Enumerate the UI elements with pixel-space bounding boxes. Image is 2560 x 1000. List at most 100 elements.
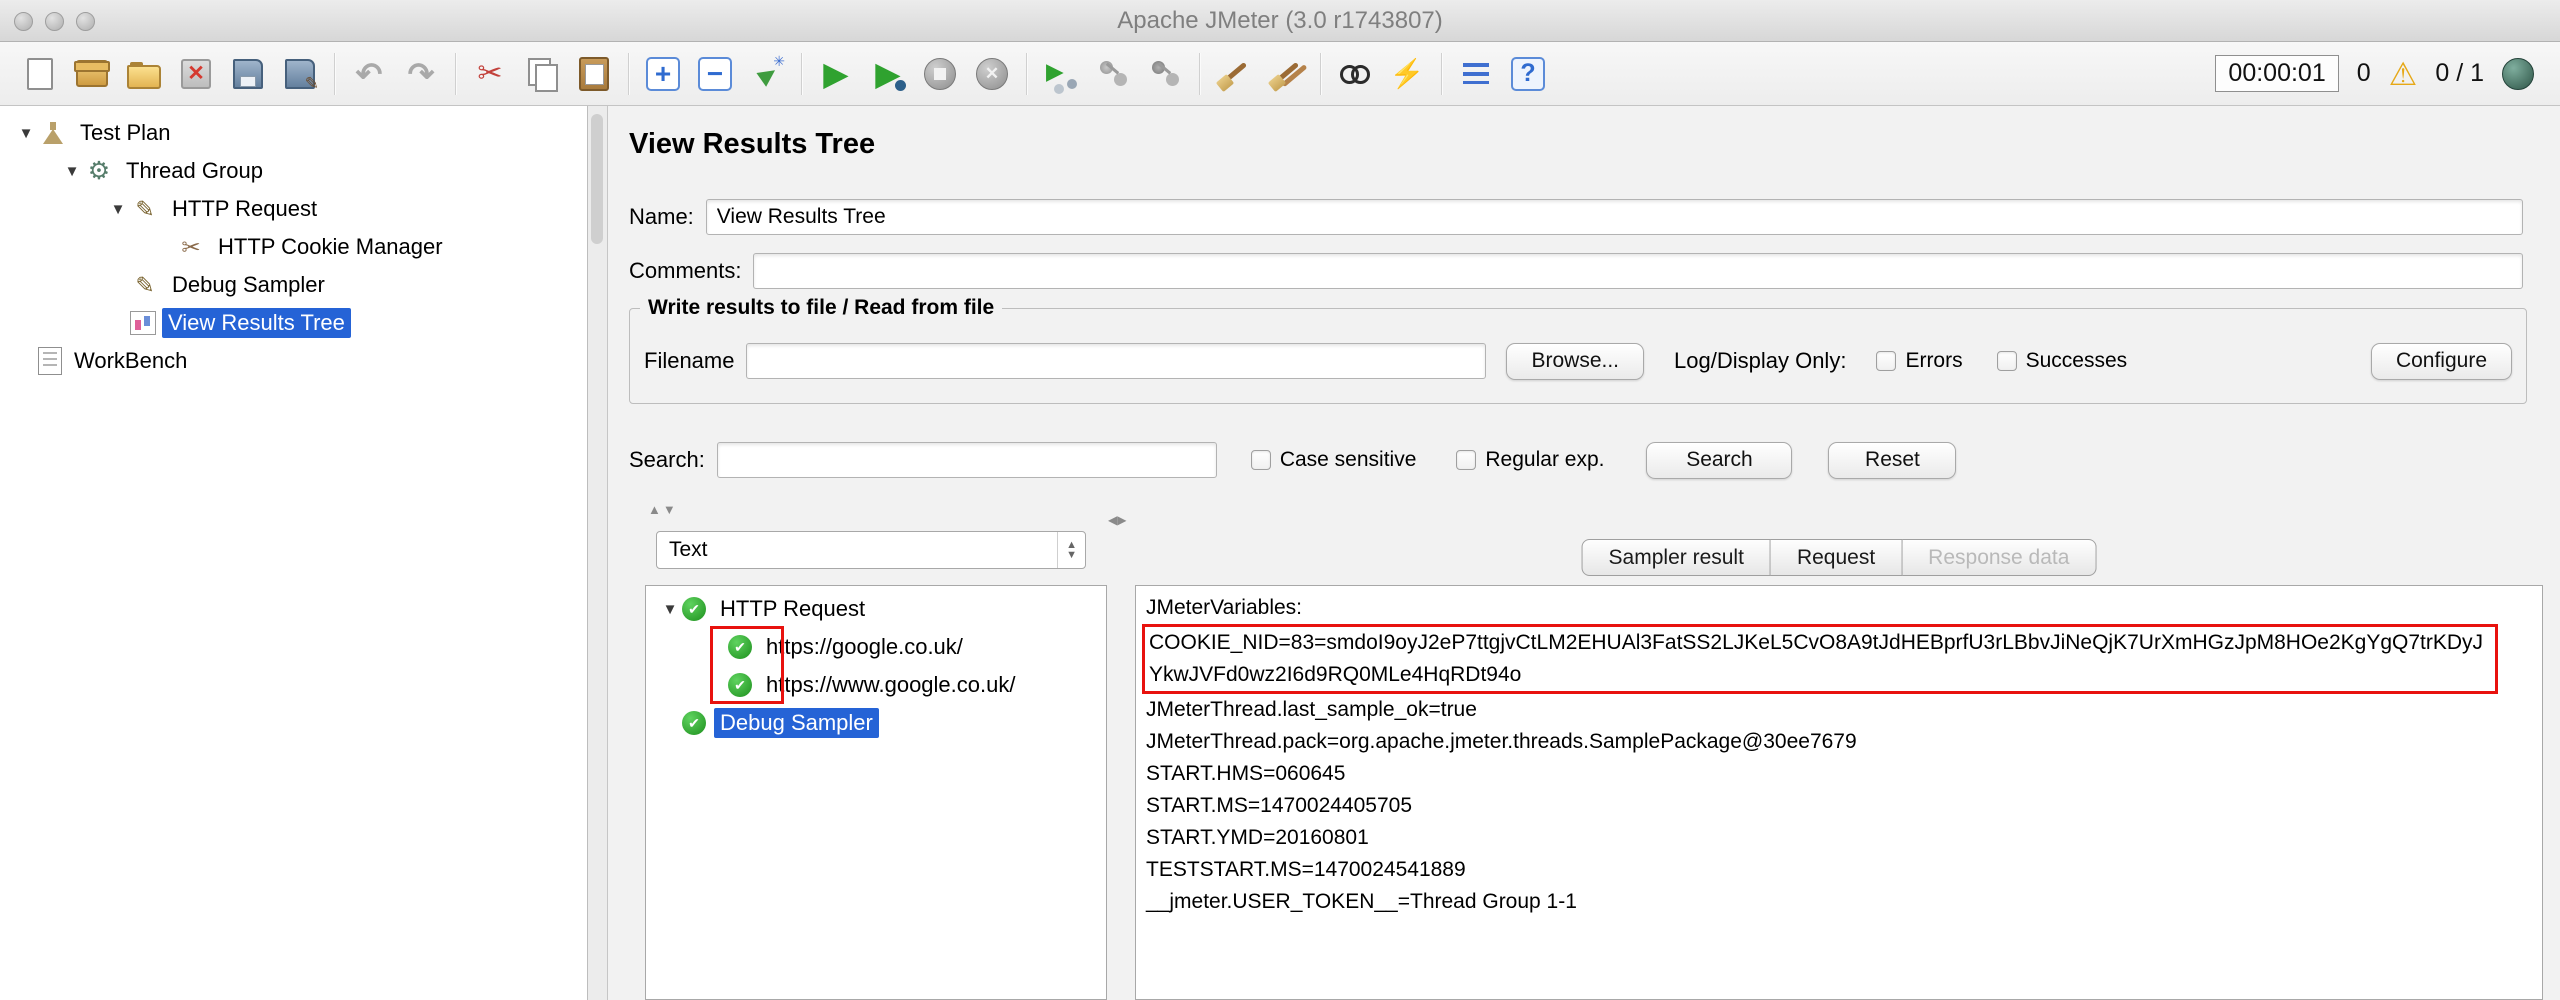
response-line: JMeterThread.pack=org.apache.jmeter.thre… <box>1146 730 1857 753</box>
scrollbar-thumb[interactable] <box>591 114 603 244</box>
remote-start-all-icon[interactable] <box>1039 52 1083 96</box>
toolbar-group <box>1039 52 1187 96</box>
sidebar-item[interactable]: Debug Sampler <box>0 266 587 304</box>
window-title: Apache JMeter (3.0 r1743807) <box>1117 6 1443 34</box>
expand-all-icon[interactable] <box>646 56 680 91</box>
page-title: View Results Tree <box>629 128 876 160</box>
undo-icon[interactable] <box>347 52 391 96</box>
copy-icon[interactable] <box>520 52 564 96</box>
search-input[interactable] <box>716 442 1217 478</box>
success-check-icon <box>682 597 706 621</box>
disclosure-triangle-icon[interactable]: ▼ <box>60 163 84 180</box>
errors-checkbox[interactable] <box>1876 351 1897 371</box>
log-error-count[interactable]: 0 <box>2357 59 2371 88</box>
remote-shutdown-all-icon[interactable] <box>1143 52 1187 96</box>
remote-stop-all-icon[interactable] <box>1091 52 1135 96</box>
sidebar-item[interactable]: ▼ Thread Group <box>0 152 587 190</box>
result-item-label: HTTP Request <box>720 596 866 621</box>
sidebar-item[interactable]: WorkBench <box>0 342 587 380</box>
tab-request[interactable]: Request <box>1770 539 1903 576</box>
tab-response-data[interactable]: Response data <box>1902 539 2097 576</box>
tree-split-divider[interactable] <box>588 106 608 1000</box>
regular-exp-checkbox[interactable] <box>1456 450 1477 470</box>
sidebar-item[interactable]: View Results Tree <box>0 304 587 342</box>
cut-icon[interactable] <box>468 52 512 96</box>
workbench-icon <box>38 347 62 375</box>
save-icon[interactable] <box>226 52 270 96</box>
sidebar-item[interactable]: HTTP Cookie Manager <box>0 228 587 266</box>
clear-all-icon[interactable] <box>1264 52 1308 96</box>
help-icon[interactable] <box>1511 56 1545 91</box>
disclosure-triangle-icon[interactable]: ▼ <box>14 125 38 142</box>
successes-checkbox[interactable] <box>1996 351 2017 371</box>
toolbar-separator <box>1026 52 1027 95</box>
toolbar-group <box>1333 52 1429 96</box>
close-file-icon[interactable] <box>174 52 218 96</box>
chevron-up-down-icon: ▲ ▼ <box>1057 532 1085 568</box>
regular-exp-checkbox-wrap: Regular exp. <box>1456 448 1604 472</box>
cookie-value-text: COOKIE_NID=83=smdoI9oyJ2eP7ttgjvCtLM2EHU… <box>1149 631 2484 686</box>
name-input[interactable] <box>705 199 2523 235</box>
toolbar: 00:00:01 0 ⚠ 0 / 1 <box>0 42 2560 106</box>
view-mode-select[interactable]: Text ▲ ▼ <box>656 531 1086 569</box>
test-plan-tree: ▼ Test Plan ▼ Thread Group ▼ HTTP Request HTTP… <box>0 106 588 1000</box>
sidebar-item[interactable]: ▼ HTTP Request <box>0 190 587 228</box>
annotation-red-box-cookie: COOKIE_NID=83=smdoI9oyJ2eP7ttgjvCtLM2EHU… <box>1142 624 2498 694</box>
search-reset-icon[interactable] <box>1385 52 1429 96</box>
result-tree-item[interactable]: Debug Sampler <box>646 704 1106 742</box>
result-tree-item[interactable]: ▼ HTTP Request <box>646 590 1106 628</box>
toolbar-separator <box>455 52 456 95</box>
errors-checkbox-wrap: Errors <box>1876 349 1963 373</box>
results-split: ▲▼ Text ▲▼ ▼ HTTP Request https://google.c… <box>608 498 2560 1000</box>
sidebar-item-label: Debug Sampler <box>172 272 325 297</box>
result-item-label: https://www.google.co.uk/ <box>766 672 1016 697</box>
zoom-window-button[interactable] <box>76 11 95 31</box>
disclosure-triangle-icon[interactable]: ▼ <box>106 201 130 218</box>
redo-icon[interactable] <box>399 52 443 96</box>
save-as-icon[interactable] <box>278 52 322 96</box>
templates-icon[interactable] <box>70 52 114 96</box>
window-controls <box>14 0 95 42</box>
open-folder-icon[interactable] <box>122 52 166 96</box>
stop-icon[interactable] <box>918 52 962 96</box>
toolbar-separator <box>1320 52 1321 95</box>
sidebar-item-label: HTTP Request <box>172 196 318 221</box>
comments-input[interactable] <box>753 253 2523 289</box>
start-no-pauses-icon[interactable] <box>866 52 910 96</box>
search-icon[interactable] <box>1333 52 1377 96</box>
function-helper-icon[interactable] <box>1454 52 1498 96</box>
minimize-window-button[interactable] <box>45 11 64 31</box>
start-icon[interactable] <box>814 52 858 96</box>
tab-sampler-result[interactable]: Sampler result <box>1581 539 1771 576</box>
split-collapse-arrows-horizontal-icon[interactable]: ◀▶ <box>1108 513 1126 527</box>
close-window-button[interactable] <box>14 11 33 31</box>
result-detail-pane: Sampler result Request Response data JMete… <box>1135 498 2543 1000</box>
elapsed-timer: 00:00:01 <box>2215 55 2339 92</box>
filename-row: Filename Browse... Log/Display Only: Err… <box>630 309 2526 403</box>
sidebar-item-label: HTTP Cookie Manager <box>218 234 443 259</box>
toggle-icon[interactable] <box>745 52 789 96</box>
filename-input[interactable] <box>746 343 1487 379</box>
configure-button[interactable]: Configure <box>2370 342 2512 380</box>
result-tree-item[interactable]: https://www.google.co.uk/ <box>646 666 1106 704</box>
case-sensitive-checkbox[interactable] <box>1250 450 1271 470</box>
write-results-group: Write results to file / Read from file F… <box>629 296 2527 404</box>
result-tree-item[interactable]: https://google.co.uk/ <box>646 628 1106 666</box>
case-sensitive-label: Case sensitive <box>1279 448 1417 471</box>
collapse-all-icon[interactable] <box>698 56 732 91</box>
split-collapse-arrows-icon[interactable]: ▲▼ <box>648 502 678 517</box>
new-file-icon[interactable] <box>18 52 62 96</box>
clear-icon[interactable] <box>1212 52 1256 96</box>
search-label: Search: <box>629 447 705 472</box>
results-split-divider[interactable]: ◀▶ <box>1107 513 1135 1000</box>
shutdown-icon[interactable] <box>970 52 1014 96</box>
sidebar-item[interactable]: ▼ Test Plan <box>0 114 587 152</box>
toolbar-group <box>468 52 616 96</box>
reset-button[interactable]: Reset <box>1828 441 1957 479</box>
browse-button[interactable]: Browse... <box>1506 342 1645 380</box>
warning-triangle-icon[interactable]: ⚠ <box>2389 58 2418 90</box>
paste-icon[interactable] <box>572 52 616 96</box>
search-button[interactable]: Search <box>1646 441 1793 479</box>
view-results-tree-panel: View Results Tree Name: Comments: Write … <box>608 106 2560 1000</box>
disclosure-triangle-icon[interactable]: ▼ <box>658 601 682 618</box>
